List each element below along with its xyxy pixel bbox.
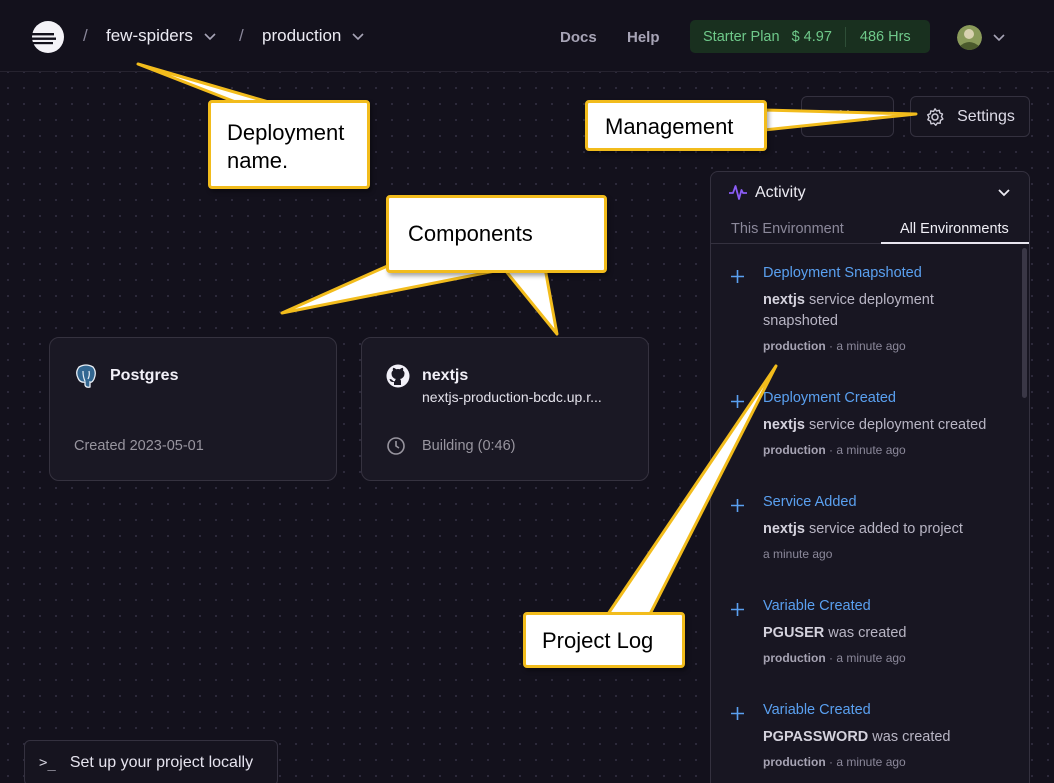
breadcrumb-separator: / (239, 26, 244, 45)
chevron-down-icon (352, 33, 364, 41)
plus-icon (731, 270, 744, 283)
build-status: Building (0:46) (422, 438, 516, 454)
callout-management: Management (585, 100, 767, 151)
activity-panel: Activity This Environment All Environmen… (710, 171, 1030, 783)
event-title[interactable]: Variable Created (763, 598, 871, 614)
setup-locally-label: Set up your project locally (69, 754, 254, 771)
service-domain-link[interactable]: nextjs-production-bcdc.up.r... (422, 389, 627, 405)
activity-title: Activity (755, 184, 806, 201)
help-link[interactable]: Help (627, 29, 660, 46)
tab-this-environment[interactable]: This Environment (731, 221, 844, 237)
github-icon (386, 364, 410, 388)
project-name: few-spiders (106, 26, 193, 45)
event-title[interactable]: Deployment Created (763, 390, 896, 406)
event-meta: production · a minute ago (763, 443, 906, 457)
event-meta: production · a minute ago (763, 339, 906, 353)
service-name: nextjs (422, 367, 469, 384)
event-description: nextjs service deployment snapshoted (763, 292, 934, 329)
project-selector[interactable]: few-spiders (106, 26, 217, 46)
active-tab-indicator (881, 242, 1029, 244)
settings-label: Settings (957, 107, 1015, 125)
event-meta: a minute ago (763, 547, 833, 561)
plus-icon (731, 603, 744, 616)
service-name: Postgres (110, 367, 179, 384)
callout-deployment-name: Deployment name. (208, 100, 370, 189)
service-created-date: Created 2023-05-01 (74, 438, 204, 454)
event-description: nextjs service added to project (763, 521, 963, 537)
tab-all-environments[interactable]: All Environments (900, 221, 1009, 237)
event-meta: production · a minute ago (763, 755, 906, 769)
callout-project-log: Project Log (523, 612, 685, 668)
plus-icon (731, 395, 744, 408)
plan-cost: $ 4.97 (791, 28, 832, 45)
new-button[interactable]: + New (801, 96, 894, 137)
environment-selector[interactable]: production (262, 26, 365, 46)
plus-icon (731, 707, 744, 720)
event-description: nextjs service deployment created (763, 417, 987, 433)
callout-pointer-components-right (503, 266, 559, 336)
service-card-postgres[interactable]: Postgres Created 2023-05-01 (49, 337, 337, 481)
terminal-icon: >_ (39, 755, 56, 771)
chevron-down-icon[interactable] (992, 30, 1006, 44)
environment-name: production (262, 26, 342, 45)
plan-name: Starter Plan (703, 28, 780, 45)
user-avatar[interactable] (957, 25, 982, 50)
event-title[interactable]: Deployment Snapshoted (763, 265, 922, 281)
event-description: PGUSER was created (763, 625, 907, 641)
service-card-nextjs[interactable]: nextjs nextjs-production-bcdc.up.r... Bu… (361, 337, 649, 481)
settings-button[interactable]: Settings (910, 96, 1030, 137)
event-description: PGPASSWORD was created (763, 729, 951, 745)
top-nav-bar: / few-spiders / production Docs Help Sta… (0, 0, 1054, 72)
setup-locally-button[interactable]: >_ Set up your project locally (24, 740, 278, 783)
breadcrumb-separator: / (83, 26, 88, 45)
postgres-icon (76, 364, 96, 388)
plus-icon (731, 499, 744, 512)
activity-pulse-icon (729, 185, 747, 200)
railway-logo-icon[interactable] (31, 20, 65, 54)
event-title[interactable]: Variable Created (763, 702, 871, 718)
clock-icon (387, 437, 405, 455)
activity-header[interactable]: Activity (711, 172, 1029, 212)
plan-hours: 486 Hrs (859, 28, 911, 45)
docs-link[interactable]: Docs (560, 29, 597, 46)
scrollbar[interactable] (1022, 248, 1027, 398)
chevron-down-icon (204, 33, 216, 41)
event-meta: production · a minute ago (763, 651, 906, 665)
chevron-down-icon[interactable] (997, 185, 1011, 199)
plan-badge[interactable]: Starter Plan $ 4.97 486 Hrs (690, 20, 930, 53)
activity-tabs: This Environment All Environments (711, 213, 1029, 244)
callout-components: Components (386, 195, 607, 273)
event-title[interactable]: Service Added (763, 494, 857, 510)
gear-icon (927, 107, 944, 126)
